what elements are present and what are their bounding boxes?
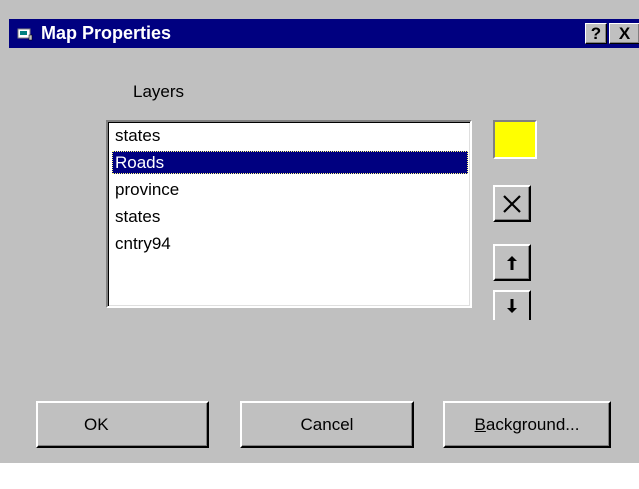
layers-label: Layers xyxy=(133,82,185,101)
help-button[interactable]: ? xyxy=(585,23,607,44)
cancel-button[interactable]: Cancel xyxy=(240,401,414,448)
map-properties-dialog: Map Properties ? X Layers states Roads p… xyxy=(0,0,639,489)
list-item-selected[interactable]: Roads xyxy=(112,151,468,174)
arrow-up-icon xyxy=(507,255,517,270)
move-down-button[interactable] xyxy=(493,290,531,320)
window-title: Map Properties xyxy=(41,23,172,43)
list-item[interactable]: province xyxy=(112,178,468,201)
arrow-down-icon xyxy=(507,299,517,313)
delete-layer-button[interactable] xyxy=(493,185,531,222)
background-button[interactable]: Background... xyxy=(443,401,611,448)
ok-button[interactable]: OK xyxy=(36,401,209,448)
background-label-rest: ackground... xyxy=(485,415,580,434)
move-up-button[interactable] xyxy=(493,244,531,281)
bottom-strip xyxy=(0,463,639,489)
app-icon xyxy=(17,28,33,41)
list-item[interactable]: states xyxy=(112,205,468,228)
list-item[interactable]: cntry94 xyxy=(112,232,468,255)
layers-listbox[interactable]: states Roads province states cntry94 xyxy=(106,120,472,308)
close-button[interactable]: X xyxy=(609,23,639,44)
x-delete-icon xyxy=(503,194,521,213)
layer-color-swatch[interactable] xyxy=(493,120,537,159)
list-item[interactable]: states xyxy=(112,124,468,147)
title-bar[interactable]: Map Properties ? X xyxy=(9,19,639,48)
background-accelerator: B xyxy=(474,415,486,434)
